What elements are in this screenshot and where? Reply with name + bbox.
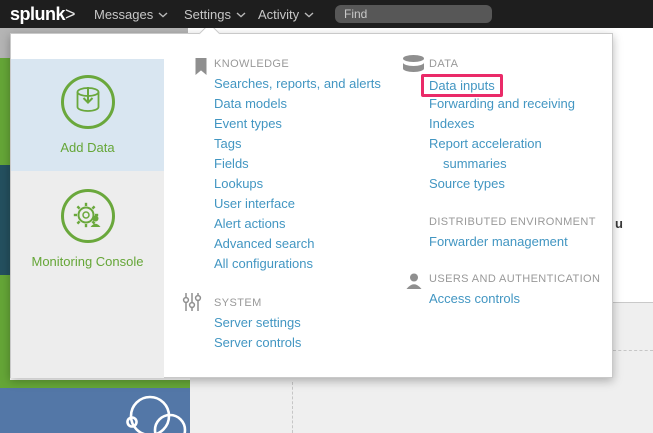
- distributed-links-list: Forwarder management: [429, 232, 568, 252]
- database-icon: [402, 54, 425, 74]
- user-icon: [405, 272, 423, 290]
- list-item: Alert actions: [214, 214, 381, 234]
- list-item: All configurations: [214, 254, 381, 274]
- link-indexes[interactable]: Indexes: [429, 116, 475, 131]
- data-links-list: Data inputs Forwarding and receiving Ind…: [429, 74, 594, 194]
- link-advanced-search[interactable]: Advanced search: [214, 236, 314, 251]
- settings-tiles-column: Add Data: [11, 59, 164, 378]
- background-left-edge-gray: [0, 28, 10, 58]
- system-links-list: Server settings Server controls: [214, 313, 301, 353]
- list-item: Server settings: [214, 313, 301, 333]
- list-item: User interface: [214, 194, 381, 214]
- add-data-icon: [59, 73, 117, 131]
- monitoring-console-label: Monitoring Console: [31, 254, 143, 269]
- link-server-controls[interactable]: Server controls: [214, 335, 301, 350]
- list-item: Server controls: [214, 333, 301, 353]
- link-user-interface[interactable]: User interface: [214, 196, 295, 211]
- background-illustration-block: [0, 388, 190, 433]
- users-section-header: USERS AND AUTHENTICATION: [429, 271, 600, 287]
- monitoring-console-icon: [59, 187, 117, 245]
- list-item: Forwarding and receiving: [429, 94, 594, 114]
- background-left-edge-green: [0, 58, 10, 165]
- background-bottom-area: [190, 378, 653, 433]
- link-alert-actions[interactable]: Alert actions: [214, 216, 286, 231]
- list-item: Event types: [214, 114, 381, 134]
- list-item: Source types: [429, 174, 594, 194]
- link-access-controls[interactable]: Access controls: [429, 291, 520, 306]
- list-item: Fields: [214, 154, 381, 174]
- monitoring-console-tile[interactable]: Monitoring Console: [11, 173, 164, 285]
- settings-dropdown-panel: Add Data: [10, 33, 613, 378]
- sliders-icon: [182, 292, 202, 312]
- circles-illustration-icon: [112, 394, 190, 433]
- find-input[interactable]: [335, 5, 492, 23]
- data-section-header: DATA: [429, 56, 458, 72]
- background-left-edge-teal: [0, 165, 10, 275]
- link-searches-reports-alerts[interactable]: Searches, reports, and alerts: [214, 76, 381, 91]
- add-data-tile[interactable]: Add Data: [11, 59, 164, 171]
- menu-messages-label: Messages: [94, 7, 153, 22]
- link-source-types[interactable]: Source types: [429, 176, 505, 191]
- link-data-inputs[interactable]: Data inputs: [429, 78, 495, 93]
- topbar-menu-messages[interactable]: Messages: [94, 0, 168, 28]
- knowledge-section-header: KNOWLEDGE: [214, 56, 289, 72]
- list-item: Tags: [214, 134, 381, 154]
- chevron-down-icon: [158, 12, 168, 18]
- background-dashed-line-vertical: [292, 382, 293, 433]
- splunk-logo-text: splunk: [10, 4, 65, 24]
- list-item: Indexes: [429, 114, 594, 134]
- background-right-area: [613, 302, 653, 433]
- link-event-types[interactable]: Event types: [214, 116, 282, 131]
- chevron-down-icon: [304, 12, 314, 18]
- list-item: Advanced search: [214, 234, 381, 254]
- link-forwarder-management[interactable]: Forwarder management: [429, 234, 568, 249]
- splunk-logo-caret: >: [65, 4, 75, 24]
- system-section-header: SYSTEM: [214, 295, 262, 311]
- link-tags[interactable]: Tags: [214, 136, 241, 151]
- top-app-bar: splunk> Messages Settings Activity: [0, 0, 653, 28]
- data-inputs-highlight: Data inputs: [421, 74, 503, 97]
- menu-settings-label: Settings: [184, 7, 231, 22]
- list-item: Report acceleration summaries: [429, 134, 594, 174]
- background-dashed-line-horizontal: [613, 350, 653, 351]
- splunk-logo[interactable]: splunk>: [10, 4, 75, 25]
- background-truncated-text: u: [615, 216, 623, 231]
- list-item: Searches, reports, and alerts: [214, 74, 381, 94]
- list-item: Data models: [214, 94, 381, 114]
- users-links-list: Access controls: [429, 289, 520, 309]
- topbar-menu-activity[interactable]: Activity: [258, 0, 314, 28]
- link-report-acceleration-summaries[interactable]: Report acceleration summaries: [429, 136, 542, 171]
- list-item: Forwarder management: [429, 232, 568, 252]
- link-data-models[interactable]: Data models: [214, 96, 287, 111]
- link-forwarding-receiving[interactable]: Forwarding and receiving: [429, 96, 575, 111]
- knowledge-links-list: Searches, reports, and alerts Data model…: [214, 74, 381, 274]
- distributed-section-header: DISTRIBUTED ENVIRONMENT: [429, 214, 596, 230]
- background-green-bar: [0, 380, 190, 388]
- add-data-label: Add Data: [60, 140, 114, 155]
- chevron-down-icon: [236, 12, 246, 18]
- list-item: Access controls: [429, 289, 520, 309]
- link-all-configurations[interactable]: All configurations: [214, 256, 313, 271]
- link-lookups[interactable]: Lookups: [214, 176, 263, 191]
- bookmark-icon: [194, 57, 208, 76]
- link-fields[interactable]: Fields: [214, 156, 249, 171]
- list-item: Data inputs: [429, 74, 594, 94]
- background-left-edge-green2: [0, 275, 10, 385]
- menu-activity-label: Activity: [258, 7, 299, 22]
- list-item: Lookups: [214, 174, 381, 194]
- splunk-app-window: u splunk> Messages Settings Activity: [0, 0, 653, 433]
- link-server-settings[interactable]: Server settings: [214, 315, 301, 330]
- topbar-menu-settings[interactable]: Settings: [184, 0, 246, 28]
